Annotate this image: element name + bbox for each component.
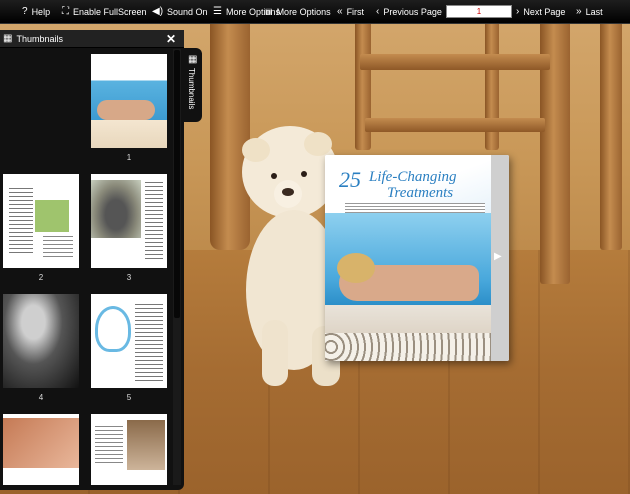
thumbnail-massage-image [3,418,79,468]
page-number-label: 5 [126,393,132,402]
help-button[interactable]: ? Help [22,0,50,24]
grid-icon: ▦ [188,54,198,65]
stool-leg [600,0,622,250]
thumbnail-text-block [9,188,33,254]
thumbnail-page-2[interactable] [3,174,79,268]
sound-button[interactable]: ◀) Sound On [152,0,208,24]
thumbnail-page-5[interactable] [91,294,167,388]
speaker-icon: ◀) [152,5,164,17]
close-icon[interactable]: ✕ [166,32,176,46]
first-page-button[interactable]: « First [337,0,364,24]
chevron-left-icon: ‹ [376,5,380,17]
previous-label: Previous Page [383,6,442,17]
book-cover-photo [325,213,491,361]
help-icon: ? [22,5,28,17]
thumbnails-tab-label: Thumbnails [187,68,196,110]
grid-icon: ▦ [3,33,13,44]
thumbnail-text-block [43,236,73,260]
chevron-right-icon: › [516,5,520,17]
thumbnail-illustration [95,306,131,352]
thumbnail-cover-figure [97,100,155,120]
thumbnail-text-block [95,426,123,466]
thumbnail-grid: 1 2 3 4 5 [0,49,172,485]
thumbnail-window-image [127,420,165,470]
thumbnail-page-4[interactable] [3,294,79,388]
book-title-area: 25 Life-Changing Treatments [325,155,491,213]
flipbook-page[interactable]: 25 Life-Changing Treatments [325,155,509,361]
thumbnails-panel-header: ▦ Thumbnails ✕ [0,30,184,48]
page-number-label: 3 [126,273,132,282]
double-chevron-right-icon: » [576,5,582,17]
page-number-input[interactable] [446,5,512,18]
next-page-arrow-icon[interactable]: ▶ [494,251,502,262]
thumbnail-page-1[interactable] [91,54,167,148]
sound-label: Sound On [167,6,208,17]
page-number-label: 1 [126,153,132,162]
book-title-line2: Treatments [387,185,454,201]
book-photo-stones [325,333,491,361]
thumbnails-panel: ▦ Thumbnails ✕ 1 2 3 4 5 [0,30,184,490]
more-options-button-2[interactable]: ▤ More Options [265,0,331,24]
first-label: First [346,6,365,17]
fullscreen-label: Enable FullScreen [73,6,147,17]
thumbnail-text-block [135,304,163,384]
previous-page-button[interactable]: ‹ Previous Page [376,0,442,24]
book-title-line1: Life-Changing [369,169,457,185]
fullscreen-icon: ⛶ [62,5,69,17]
help-label: Help [31,6,51,17]
thumbnail-scrollbar-thumb[interactable] [174,50,180,318]
next-label: Next Page [523,6,566,17]
more-options-label-2: More Options [276,6,331,17]
thumbnail-page-3[interactable] [91,174,167,268]
next-page-button[interactable]: › Next Page [516,0,565,24]
thumbnails-title: Thumbnails [16,33,63,44]
stool-rail [360,54,550,70]
page-number-label: 4 [38,393,44,402]
last-label: Last [585,6,603,17]
thumbnail-stones-image [91,180,141,238]
double-chevron-left-icon: « [337,5,343,17]
thumbnail-product-image [35,200,69,232]
page-number-label: 2 [38,273,44,282]
thumbnail-page-7[interactable] [91,414,167,485]
thumbnails-tab[interactable]: ▦ Thumbnails [184,48,202,122]
top-toolbar: ? Help ⛶ Enable FullScreen ◀) Sound On ☰… [0,0,630,24]
options-icon: ▤ [265,6,273,16]
last-page-button[interactable]: » Last [576,0,603,24]
stool-rail [365,118,545,132]
book-photo-hair [337,253,375,283]
options-icon: ☰ [213,5,222,17]
fullscreen-button[interactable]: ⛶ Enable FullScreen [62,0,147,24]
thumbnail-dark-image [3,294,79,388]
thumbnail-text-block [145,182,163,262]
stool-leg [540,0,570,284]
book-title-number: 25 [339,167,361,192]
thumbnail-page-6[interactable] [3,414,79,485]
book-intro-text [345,203,485,213]
